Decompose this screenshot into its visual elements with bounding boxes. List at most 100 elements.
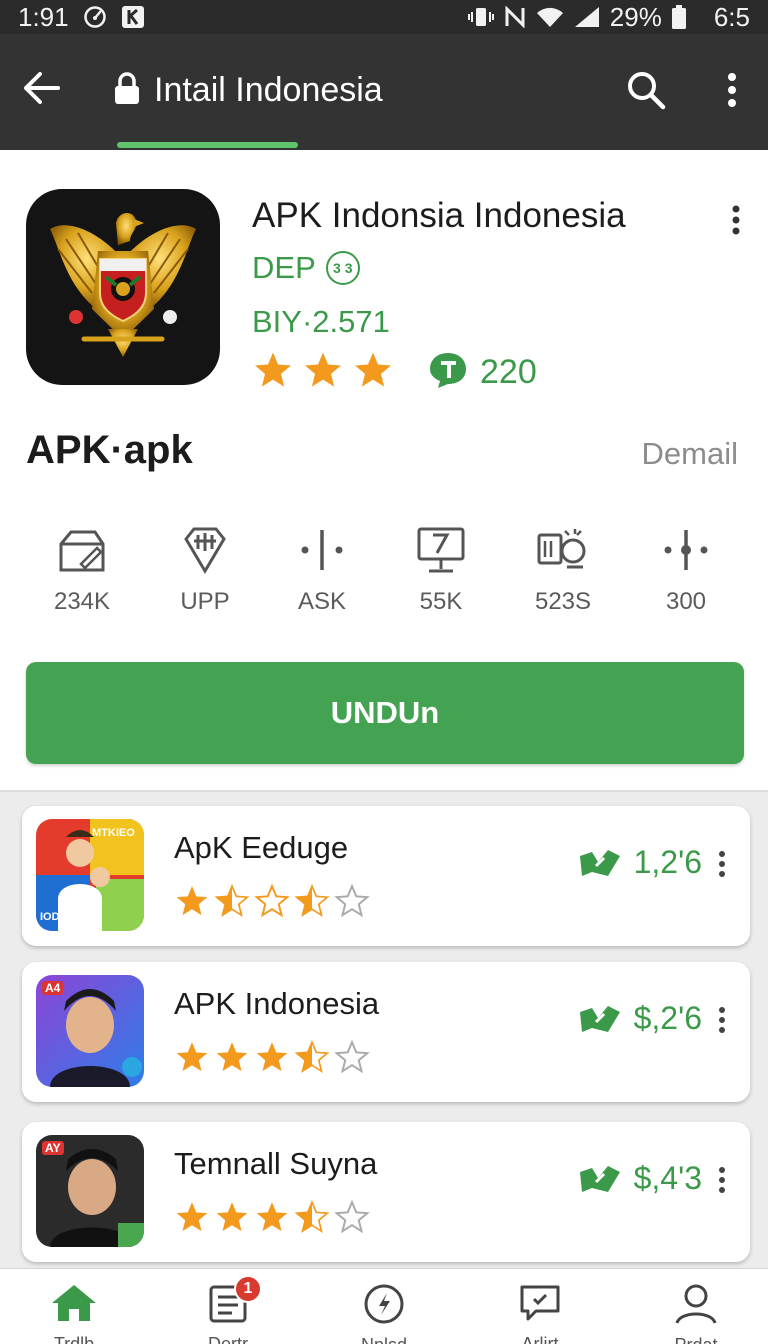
bottom-navigation: Trdlb 1 Dertr Nplsd Arlirt Prdat [0,1268,768,1344]
star-outline-icon [334,884,370,918]
vibrate-icon [467,6,494,28]
search-button[interactable] [622,66,670,114]
notification-badge: 1 [234,1275,262,1303]
thumb-caption: AY [42,1141,64,1155]
wifi-icon [536,6,564,28]
developer-name: DEP [252,250,316,285]
overflow-menu-button[interactable] [710,66,754,114]
speedometer-icon [83,5,107,29]
star-half-icon [214,884,250,918]
list-item-rating [174,884,370,918]
lock-icon [114,71,140,110]
box-pen-icon [27,522,137,578]
stat-devices: 523S [508,522,618,616]
app-more-button[interactable] [720,200,752,240]
list-item-rating [174,1040,370,1074]
list-item[interactable]: A4 APK Indonesia $,2'6 [22,962,750,1102]
star-icon [252,350,294,395]
divider-dots-icon [267,522,377,578]
kindle-icon [121,5,145,29]
nav-label: Dertr [208,1333,248,1344]
star-outline-icon [254,884,290,918]
nav-home[interactable]: Trdlb [24,1269,124,1344]
nav-explore[interactable]: Nplsd [334,1269,434,1344]
star-icon [256,1042,288,1072]
back-arrow-icon [24,72,60,104]
developer-row[interactable]: DEP 3 3 [252,250,360,286]
star-icon [176,1202,208,1232]
stat-label: ASK [297,588,347,615]
stat-label: 523S [534,588,592,615]
stats-row: 234K UPP ASK 55K 523S 300 [24,522,744,622]
overflow-menu-icon [719,1007,725,1033]
signal-icon [574,6,600,28]
thumb-caption: IODHAA [40,911,84,923]
stat-label: 234K [53,588,111,615]
list-item-rating [174,1200,370,1234]
app-icon [26,189,220,385]
developer-badge: 3 3 [325,251,360,285]
back-button[interactable] [18,64,66,112]
home-icon [50,1283,98,1324]
devices-icon [508,522,618,578]
compass-icon [363,1283,405,1325]
related-apps-list: MTKIEO IODHAA ApK Eeduge 1,2'6 A4 APK In… [0,790,768,1270]
star-outline-icon [334,1200,370,1234]
stat-upp: UPP [150,522,260,616]
overflow-menu-icon [732,205,740,235]
garuda-emblem-icon [50,212,196,357]
profile-icon [674,1283,718,1325]
review-badge-icon [428,351,468,394]
rating-row: 220 [252,350,537,395]
stat-size: 55K [386,522,496,616]
star-outline-icon [334,1040,370,1074]
list-doc-icon: 1 [208,1275,262,1324]
price-tag-icon [579,1165,620,1192]
list-item-price: $,2'6 [633,1000,702,1036]
overflow-menu-icon [719,851,725,877]
app-thumbnail: AY [36,1135,144,1247]
chat-icon [518,1283,562,1324]
status-clock: 6:5 [713,1,750,32]
nav-messages[interactable]: Arlirt [490,1269,590,1344]
app-version: BIY·2.571 [252,304,390,339]
list-item[interactable]: MTKIEO IODHAA ApK Eeduge 1,2'6 [22,806,750,946]
thumb-caption: MTKIEO [92,827,135,839]
nav-label: Arlirt [521,1333,559,1344]
star-icon [216,1042,248,1072]
battery-icon [671,5,686,29]
stat-label: 55K [419,588,463,615]
price-tag-icon [579,849,620,876]
list-item-more-button[interactable] [712,1002,732,1038]
overflow-menu-icon [728,73,736,107]
top-app-bar: Intail Indonesia [0,34,768,150]
nfc-icon [504,6,526,28]
stat-label: 300 [665,588,707,615]
file-name: APK·apk [26,428,193,472]
status-time: 1:91 [18,1,69,32]
star-icon [256,1202,288,1232]
detail-link[interactable]: Demail [642,436,738,472]
nav-list[interactable]: 1 Dertr [178,1269,278,1344]
install-button[interactable]: UNDUn [26,662,744,764]
shield-bars-icon [150,522,260,578]
app-name: APK Indonsia Indonesia [252,196,626,235]
stat-downloads: 234K [27,522,137,616]
star-half-icon [294,1040,330,1074]
stat-ask: ASK [267,522,377,616]
nav-label: Prdat [674,1333,717,1344]
stat-label: UPP [180,588,230,615]
star-icon [216,1202,248,1232]
price-tag-icon [579,1005,620,1032]
star-icon [176,886,208,916]
star-icon [302,350,344,395]
nav-profile[interactable]: Prdat [646,1269,746,1344]
list-item[interactable]: AY Temnall Suyna $,4'3 [22,1122,750,1262]
list-item-more-button[interactable] [712,846,732,882]
review-count: 220 [480,353,537,391]
dots-line-icon [631,522,741,578]
status-bar: 1:91 29% 6:5 [0,0,768,34]
monitor-icon [386,522,496,578]
battery-percent: 29% [609,1,662,32]
list-item-more-button[interactable] [712,1162,732,1198]
